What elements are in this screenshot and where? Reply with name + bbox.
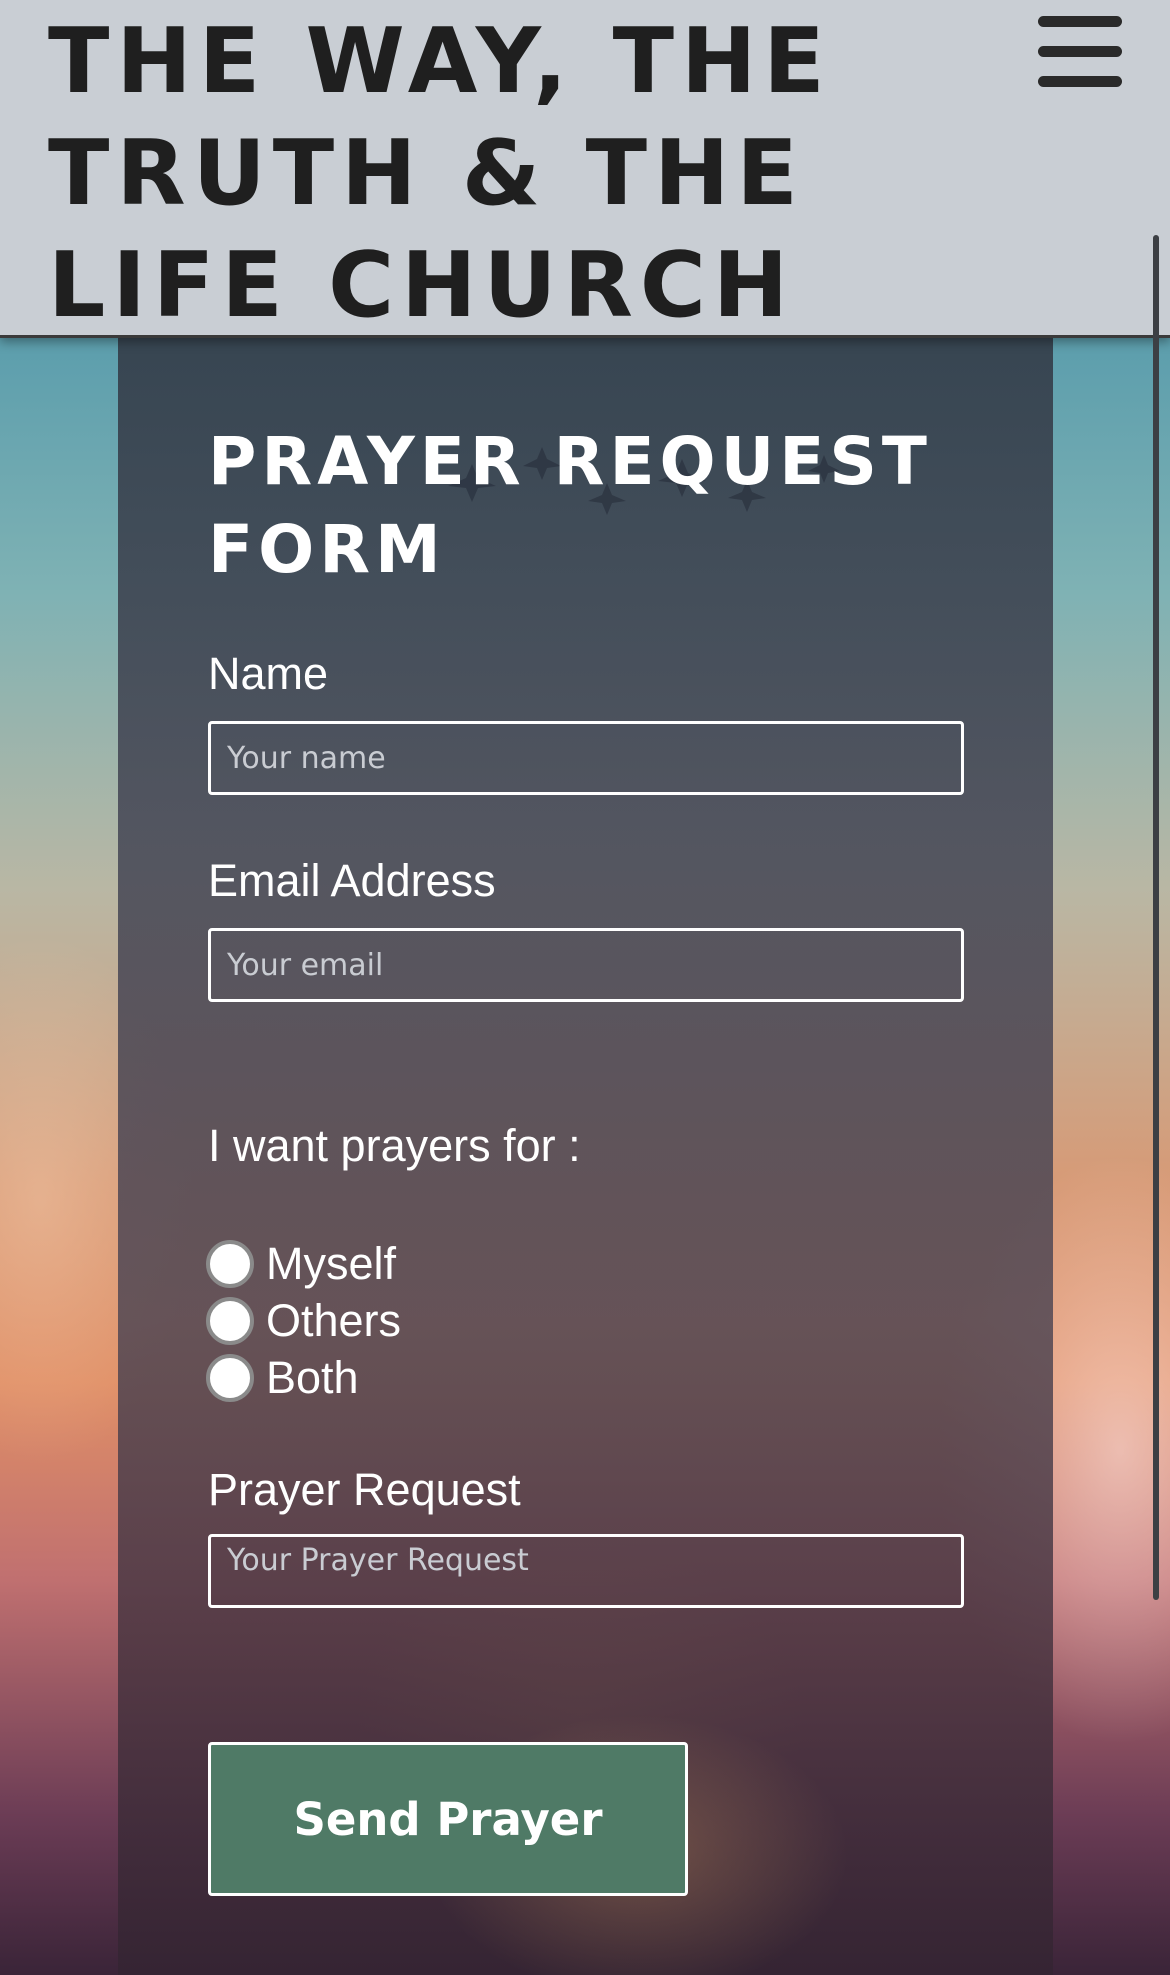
form-title: PRAYER REQUEST FORM — [208, 423, 932, 588]
radio-button[interactable] — [206, 1296, 254, 1345]
prayer-for-label: I want prayers for : — [208, 1120, 581, 1171]
prayer-request-panel: PRAYER REQUEST FORM Name Email Address I… — [118, 338, 1053, 1975]
menu-bar — [1038, 76, 1122, 87]
radio-option-others[interactable]: Others — [206, 1292, 606, 1349]
radio-button[interactable] — [206, 1353, 254, 1402]
email-input[interactable] — [208, 928, 964, 1002]
radio-option-myself[interactable]: Myself — [206, 1235, 606, 1292]
prayer-request-textarea[interactable] — [208, 1534, 964, 1608]
name-label: Name — [208, 648, 329, 699]
email-label: Email Address — [208, 855, 496, 906]
name-input[interactable] — [208, 721, 964, 795]
menu-bar — [1038, 46, 1122, 57]
page-scrollbar[interactable] — [1153, 235, 1159, 1600]
radio-button[interactable] — [206, 1239, 254, 1288]
prayer-request-label: Prayer Request — [208, 1464, 521, 1515]
radio-option-both[interactable]: Both — [206, 1349, 606, 1406]
radio-label: Myself — [266, 1237, 397, 1289]
radio-label: Others — [266, 1294, 402, 1346]
prayer-for-radio-group: Myself Others Both — [206, 1235, 606, 1406]
site-header: THE WAY, THE TRUTH & THE LIFE CHURCH — [0, 0, 1170, 338]
menu-bar — [1038, 16, 1122, 27]
site-title: THE WAY, THE TRUTH & THE LIFE CHURCH — [48, 9, 832, 338]
hamburger-menu-icon[interactable] — [1036, 14, 1124, 90]
radio-label: Both — [266, 1351, 359, 1403]
send-prayer-button[interactable]: Send Prayer — [208, 1742, 688, 1896]
